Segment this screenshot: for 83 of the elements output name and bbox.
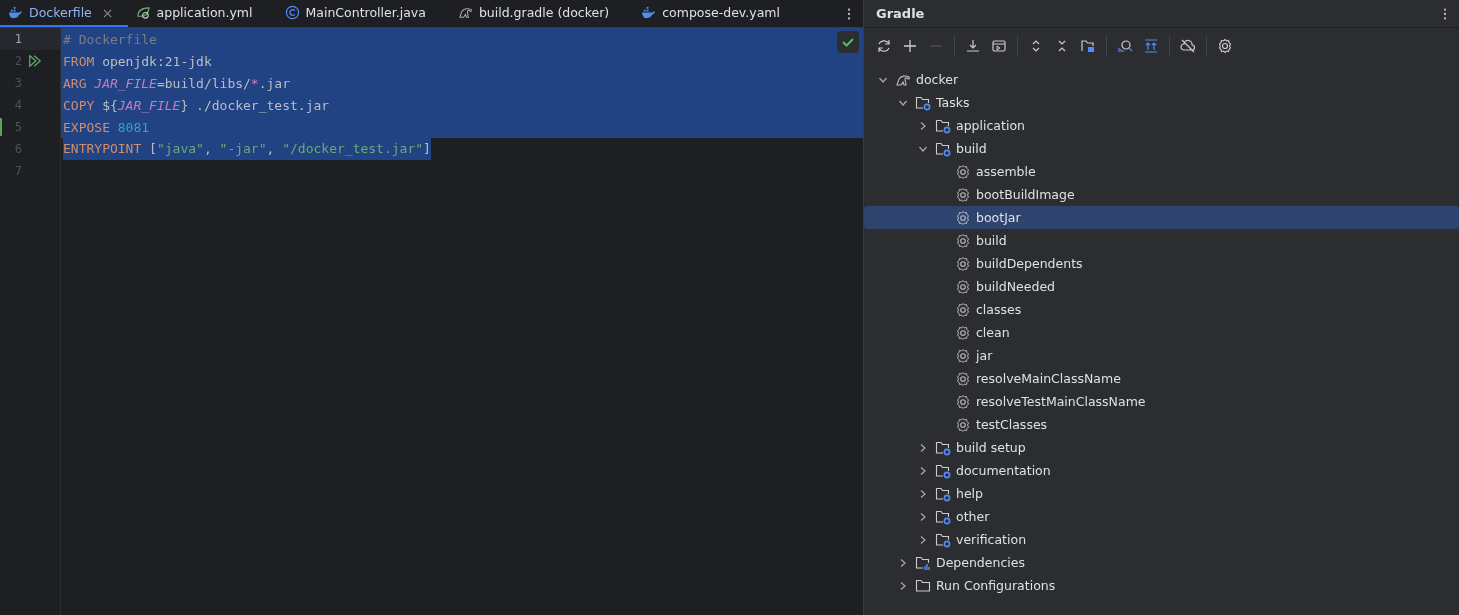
panel-title: Gradle xyxy=(876,6,925,21)
tree-item[interactable]: application xyxy=(864,114,1459,137)
folder-icon xyxy=(915,577,931,594)
gear-icon xyxy=(955,255,971,272)
tree-item[interactable]: bootBuildImage xyxy=(864,183,1459,206)
align-top-icon[interactable] xyxy=(1143,38,1159,54)
tree-item[interactable]: testClasses xyxy=(864,413,1459,436)
folder-gear-icon xyxy=(935,508,951,525)
file-tab[interactable]: compose-dev.yaml xyxy=(633,0,804,27)
file-tab[interactable]: application.yml xyxy=(127,0,277,27)
tree-item[interactable]: other xyxy=(864,505,1459,528)
gear-icon xyxy=(955,416,971,433)
tree-item[interactable]: assemble xyxy=(864,160,1459,183)
whale-icon xyxy=(641,5,657,20)
folder-gear-icon xyxy=(935,531,951,548)
line-number: 1 xyxy=(13,32,22,46)
chevron-right-icon[interactable] xyxy=(898,557,908,568)
code-line: ARG JAR_FILE=build/libs/*.jar xyxy=(63,75,290,91)
code-line: EXPOSE 8081 xyxy=(63,119,150,135)
tree-item[interactable]: resolveTestMainClassName xyxy=(864,390,1459,413)
elephant-icon xyxy=(457,5,473,20)
more-icon[interactable] xyxy=(847,6,851,21)
whale-icon xyxy=(8,5,23,20)
leaf-power-icon xyxy=(135,5,151,20)
gear-icon xyxy=(955,324,971,341)
check-icon[interactable] xyxy=(837,31,859,53)
class-icon xyxy=(284,5,300,20)
chevron-right-icon[interactable] xyxy=(918,442,928,453)
gear-icon xyxy=(955,301,971,318)
close-icon[interactable]: × xyxy=(101,4,114,21)
gear-icon xyxy=(955,209,971,226)
tree-item[interactable]: Tasks xyxy=(864,91,1459,114)
tree-item[interactable]: help xyxy=(864,482,1459,505)
tree-item[interactable]: jar xyxy=(864,344,1459,367)
folder-gear-icon xyxy=(935,117,951,134)
folder-gear-icon xyxy=(935,462,951,479)
tree-item[interactable]: build xyxy=(864,229,1459,252)
folder-gear-icon xyxy=(935,485,951,502)
tree-item[interactable]: build setup xyxy=(864,436,1459,459)
plus-icon[interactable] xyxy=(902,38,918,54)
gear-icon xyxy=(955,186,971,203)
run-window-icon[interactable] xyxy=(991,38,1007,54)
gear-icon xyxy=(955,163,971,180)
chevron-right-icon[interactable] xyxy=(918,534,928,545)
gear-icon xyxy=(955,370,971,387)
tree-item[interactable]: clean xyxy=(864,321,1459,344)
tree-item[interactable]: docker xyxy=(864,68,1459,91)
file-tab[interactable]: MainController.java xyxy=(276,0,450,27)
chevron-right-icon[interactable] xyxy=(918,120,928,131)
code-line: # Dockerfile xyxy=(63,31,157,47)
download-icon[interactable] xyxy=(965,38,981,54)
refresh-icon[interactable] xyxy=(876,38,892,54)
tree-item[interactable]: Run Configurations xyxy=(864,574,1459,597)
tree-item[interactable]: buildDependents xyxy=(864,252,1459,275)
chevron-right-icon[interactable] xyxy=(898,580,908,591)
tree-item[interactable]: buildNeeded xyxy=(864,275,1459,298)
tree-item[interactable]: resolveMainClassName xyxy=(864,367,1459,390)
tree-item[interactable]: classes xyxy=(864,298,1459,321)
folder-gear-icon xyxy=(935,439,951,456)
gear-icon xyxy=(955,393,971,410)
file-tab[interactable]: build.gradle (docker) xyxy=(449,0,634,27)
more-icon[interactable] xyxy=(1443,6,1447,21)
cloud-off-icon[interactable] xyxy=(1180,38,1196,54)
folder-gear-icon xyxy=(935,140,951,157)
folder-grid-icon[interactable] xyxy=(1080,38,1096,54)
gear-icon xyxy=(955,232,971,249)
tree-item[interactable]: Dependencies xyxy=(864,551,1459,574)
gear-icon xyxy=(955,278,971,295)
code-line: COPY ${JAR_FILE} ./docker_test.jar xyxy=(63,97,330,113)
folder-chart-icon xyxy=(915,554,931,571)
tree-item[interactable]: verification xyxy=(864,528,1459,551)
folder-gear-icon xyxy=(915,94,931,111)
tree-item[interactable]: build xyxy=(864,137,1459,160)
settings-icon[interactable] xyxy=(1217,38,1233,54)
code-line: FROM openjdk:21-jdk xyxy=(63,53,212,69)
tree-item[interactable]: bootJar xyxy=(864,206,1459,229)
chevron-right-icon[interactable] xyxy=(918,488,928,499)
tree-item[interactable]: documentation xyxy=(864,459,1459,482)
chevron-right-icon[interactable] xyxy=(918,465,928,476)
run-icon[interactable] xyxy=(28,54,42,68)
gear-icon xyxy=(955,347,971,364)
chevron-right-icon[interactable] xyxy=(918,511,928,522)
search-icon[interactable] xyxy=(1117,38,1133,54)
